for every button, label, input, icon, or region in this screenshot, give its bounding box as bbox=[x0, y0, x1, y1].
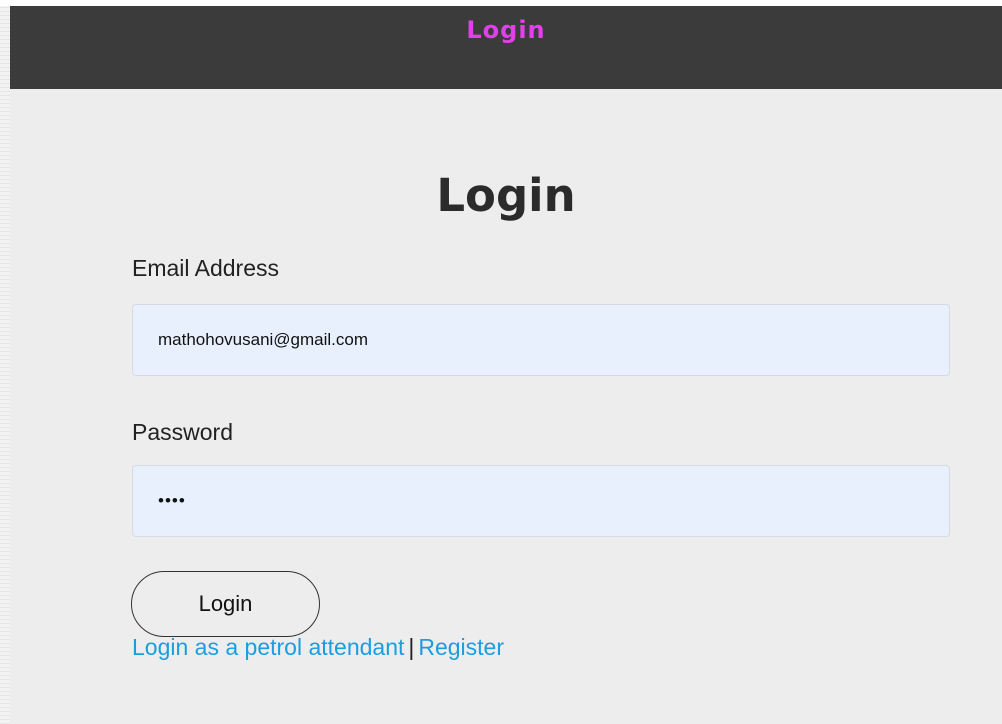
petrol-attendant-login-link[interactable]: Login as a petrol attendant bbox=[132, 634, 404, 660]
email-label: Email Address bbox=[132, 255, 280, 281]
link-separator: | bbox=[408, 634, 415, 660]
page-title: Login bbox=[436, 169, 576, 222]
login-panel: Login Email Address Password Login Login… bbox=[10, 89, 1002, 724]
password-label: Password bbox=[132, 419, 233, 445]
navbar: Login bbox=[10, 6, 1002, 89]
navbar-title[interactable]: Login bbox=[10, 16, 1002, 44]
left-edge-strip bbox=[0, 0, 10, 724]
auth-links: Login as a petrol attendant | Register bbox=[132, 634, 504, 661]
email-field[interactable] bbox=[132, 304, 950, 376]
register-link[interactable]: Register bbox=[418, 634, 504, 660]
login-button[interactable]: Login bbox=[131, 571, 320, 637]
password-field[interactable] bbox=[132, 465, 950, 537]
